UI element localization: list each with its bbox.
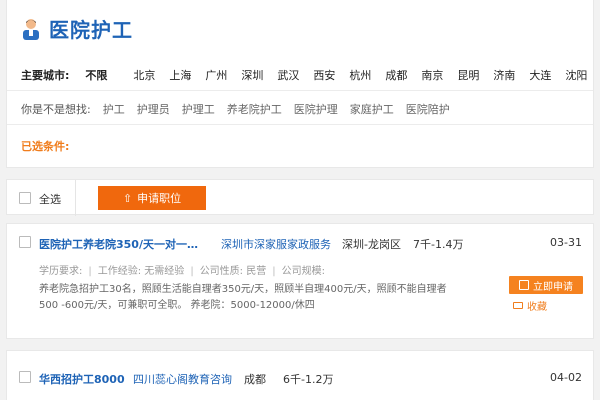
page-header: 医院护工 — [21, 14, 133, 43]
job-checkbox[interactable] — [19, 236, 31, 248]
job-date: 03-31 — [550, 236, 582, 249]
suggestion-link[interactable]: 护工 — [103, 101, 125, 117]
company-link[interactable]: 深圳市深家服家政服务 — [221, 236, 331, 252]
apply-position-button[interactable]: ⇧ 申请职位 — [98, 186, 206, 210]
suggestion-link[interactable]: 家庭护工 — [350, 101, 394, 117]
suggestion-link[interactable]: 医院护理 — [294, 101, 338, 117]
job-listing: 医院护工养老院350/天一对一… 深圳市深家服家政服务 深圳-龙岗区 7千-1.… — [6, 223, 594, 339]
list-toolbar: 全选 ⇧ 申请职位 — [6, 179, 594, 216]
suggestion-link[interactable]: 养老院护工 — [227, 101, 282, 117]
city-unlimited[interactable]: 不限 — [85, 67, 107, 83]
select-all-checkbox[interactable] — [19, 192, 31, 204]
suggestions: 你是不是想找: 护工 护理员 护理工 养老院护工 医院护理 家庭护工 医院陪护 — [21, 101, 450, 117]
job-date: 04-02 — [550, 371, 582, 384]
job-salary: 7千-1.4万 — [413, 238, 464, 251]
city-item[interactable]: 武汉 — [277, 67, 299, 83]
quick-apply-button[interactable]: 立即申请 — [509, 276, 583, 294]
city-item[interactable]: 广州 — [205, 67, 227, 83]
city-item[interactable]: 沈阳 — [565, 67, 587, 83]
experience-requirement: 工作经验: 无需经验 — [97, 266, 185, 277]
suggestions-label: 你是不是想找: — [21, 103, 91, 116]
suggestion-link[interactable]: 护理工 — [182, 101, 215, 117]
divider — [75, 180, 76, 216]
selected-conditions: 已选条件: — [21, 138, 69, 154]
city-item[interactable]: 上海 — [169, 67, 191, 83]
quick-apply-label: 立即申请 — [533, 281, 573, 293]
job-description-line: 养老院急招护工30名，照顾生活能自理者350元/天，照顾半自理400元/天，照顾… — [39, 284, 447, 295]
selected-conditions-label: 已选条件: — [21, 140, 70, 153]
suggestion-link[interactable]: 护理员 — [137, 101, 170, 117]
city-item[interactable]: 昆明 — [457, 67, 479, 83]
folder-icon — [513, 302, 523, 309]
divider — [7, 124, 593, 125]
job-meta: 学历要求: | 工作经验: 无需经验 | 公司性质: 民营 | 公司规模: — [39, 266, 325, 277]
document-icon — [519, 280, 529, 290]
divider — [7, 90, 593, 91]
city-filter-label: 主要城市: — [21, 69, 70, 82]
job-title-link[interactable]: 华西招护工8000 — [39, 371, 125, 387]
select-all-label[interactable]: 全选 — [39, 191, 61, 207]
city-item[interactable]: 西安 — [313, 67, 335, 83]
education-requirement: 学历要求: — [39, 266, 83, 277]
job-location: 深圳-龙岗区 — [342, 238, 401, 251]
favorite-button[interactable]: 收藏 — [513, 298, 547, 313]
company-type: 公司性质: 民营 — [199, 266, 267, 277]
city-item[interactable]: 大连 — [529, 67, 551, 83]
city-item[interactable]: 杭州 — [349, 67, 371, 83]
job-description-line: 500 -600元/天，可兼职可全职。 养老院：5000-12000/休四 — [39, 300, 315, 311]
job-title-link[interactable]: 医院护工养老院350/天一对一… — [39, 236, 198, 252]
company-size: 公司规模: — [281, 266, 325, 277]
city-item[interactable]: 济南 — [493, 67, 515, 83]
city-list: 北京 上海 广州 深圳 武汉 西安 杭州 成都 南京 昆明 济南 大连 沈阳 青… — [133, 67, 600, 83]
upload-icon: ⇧ — [122, 191, 133, 205]
city-item[interactable]: 北京 — [133, 67, 155, 83]
job-salary: 6千-1.2万 — [283, 373, 334, 386]
worker-icon — [21, 18, 41, 40]
city-item[interactable]: 成都 — [385, 67, 407, 83]
job-checkbox[interactable] — [19, 371, 31, 383]
company-link[interactable]: 四川蕊心阁教育咨询 — [133, 371, 232, 387]
city-item[interactable]: 南京 — [421, 67, 443, 83]
suggestion-link[interactable]: 医院陪护 — [406, 101, 450, 117]
filter-panel: 医院护工 主要城市: 不限 北京 上海 广州 深圳 武汉 西安 杭州 成都 南京… — [6, 0, 594, 168]
city-item[interactable]: 深圳 — [241, 67, 263, 83]
job-listing: 华西招护工8000 四川蕊心阁教育咨询 成都 6千-1.2万 04-02 — [6, 350, 594, 400]
job-description: 养老院急招护工30名，照顾生活能自理者350元/天，照顾半自理400元/天，照顾… — [39, 282, 447, 314]
city-filter: 主要城市: 不限 北京 上海 广州 深圳 武汉 西安 杭州 成都 南京 昆明 济… — [21, 67, 600, 83]
page-title: 医院护工 — [49, 18, 133, 42]
job-location: 成都 — [244, 373, 266, 386]
favorite-label: 收藏 — [527, 302, 547, 313]
apply-position-label: 申请职位 — [137, 192, 182, 205]
